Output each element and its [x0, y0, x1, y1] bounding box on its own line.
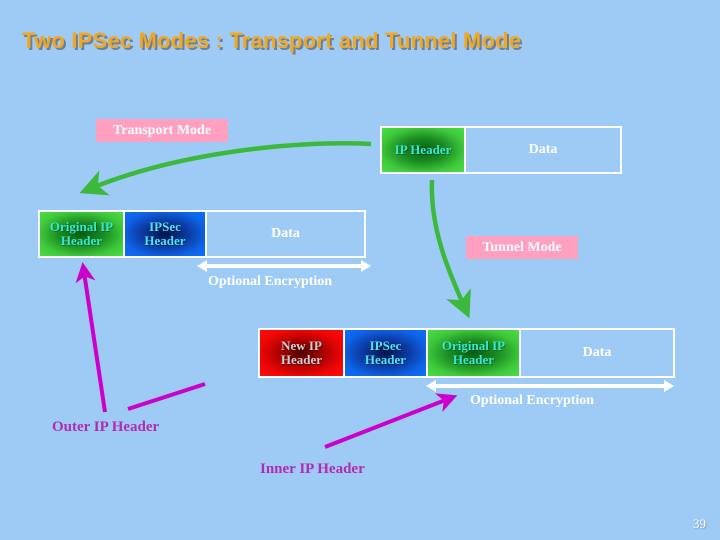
green-curve-arrow-transport [79, 141, 372, 196]
optional-encryption-arrow-transport [197, 260, 371, 272]
packet-cell-data: Data [519, 330, 673, 376]
packet-row-transport-original: Original IP Header IPSec Header Data [38, 210, 366, 258]
optional-encryption-label-tunnel: Optional Encryption [470, 393, 595, 408]
packet-cell-ipsec-header: IPSec Header [343, 330, 426, 376]
slide-canvas: Two IPSec Modes : Transport and Tunnel M… [0, 0, 720, 540]
outer-ip-header-label: Outer IP Header [52, 419, 160, 435]
packet-row-transport-result: IP Header Data [380, 126, 622, 174]
packet-cell-new-ip-header: New IP Header [260, 330, 343, 376]
arrow-head-right-icon [664, 380, 674, 392]
packet-cell-data: Data [205, 212, 364, 256]
optional-encryption-arrow-tunnel [426, 380, 674, 392]
magenta-arrow-outer-connector [127, 382, 206, 411]
packet-row-tunnel-result: New IP Header IPSec Header Original IP H… [258, 328, 675, 378]
packet-cell-original-ip-header: Original IP Header [40, 212, 123, 256]
magenta-arrow-inner-ip-lower [324, 393, 458, 449]
arrow-head-right-icon [361, 260, 371, 272]
page-title: Two IPSec Modes : Transport and Tunnel M… [22, 28, 522, 53]
packet-cell-ip-header: IP Header [382, 128, 464, 172]
packet-cell-ipsec-header: IPSec Header [123, 212, 205, 256]
arrow-bar [433, 384, 667, 388]
inner-ip-header-label: Inner IP Header [260, 461, 365, 477]
packet-cell-original-ip-header: Original IP Header [426, 330, 519, 376]
page-number: 39 [693, 516, 706, 531]
transport-mode-label: Transport Mode [96, 119, 228, 142]
arrow-bar [204, 264, 364, 268]
optional-encryption-label-transport: Optional Encryption [208, 274, 333, 289]
packet-cell-data: Data [464, 128, 620, 172]
magenta-arrow-outer-ip [75, 262, 107, 413]
tunnel-mode-label: Tunnel Mode [466, 236, 578, 259]
green-curve-arrow-tunnel [429, 179, 471, 319]
